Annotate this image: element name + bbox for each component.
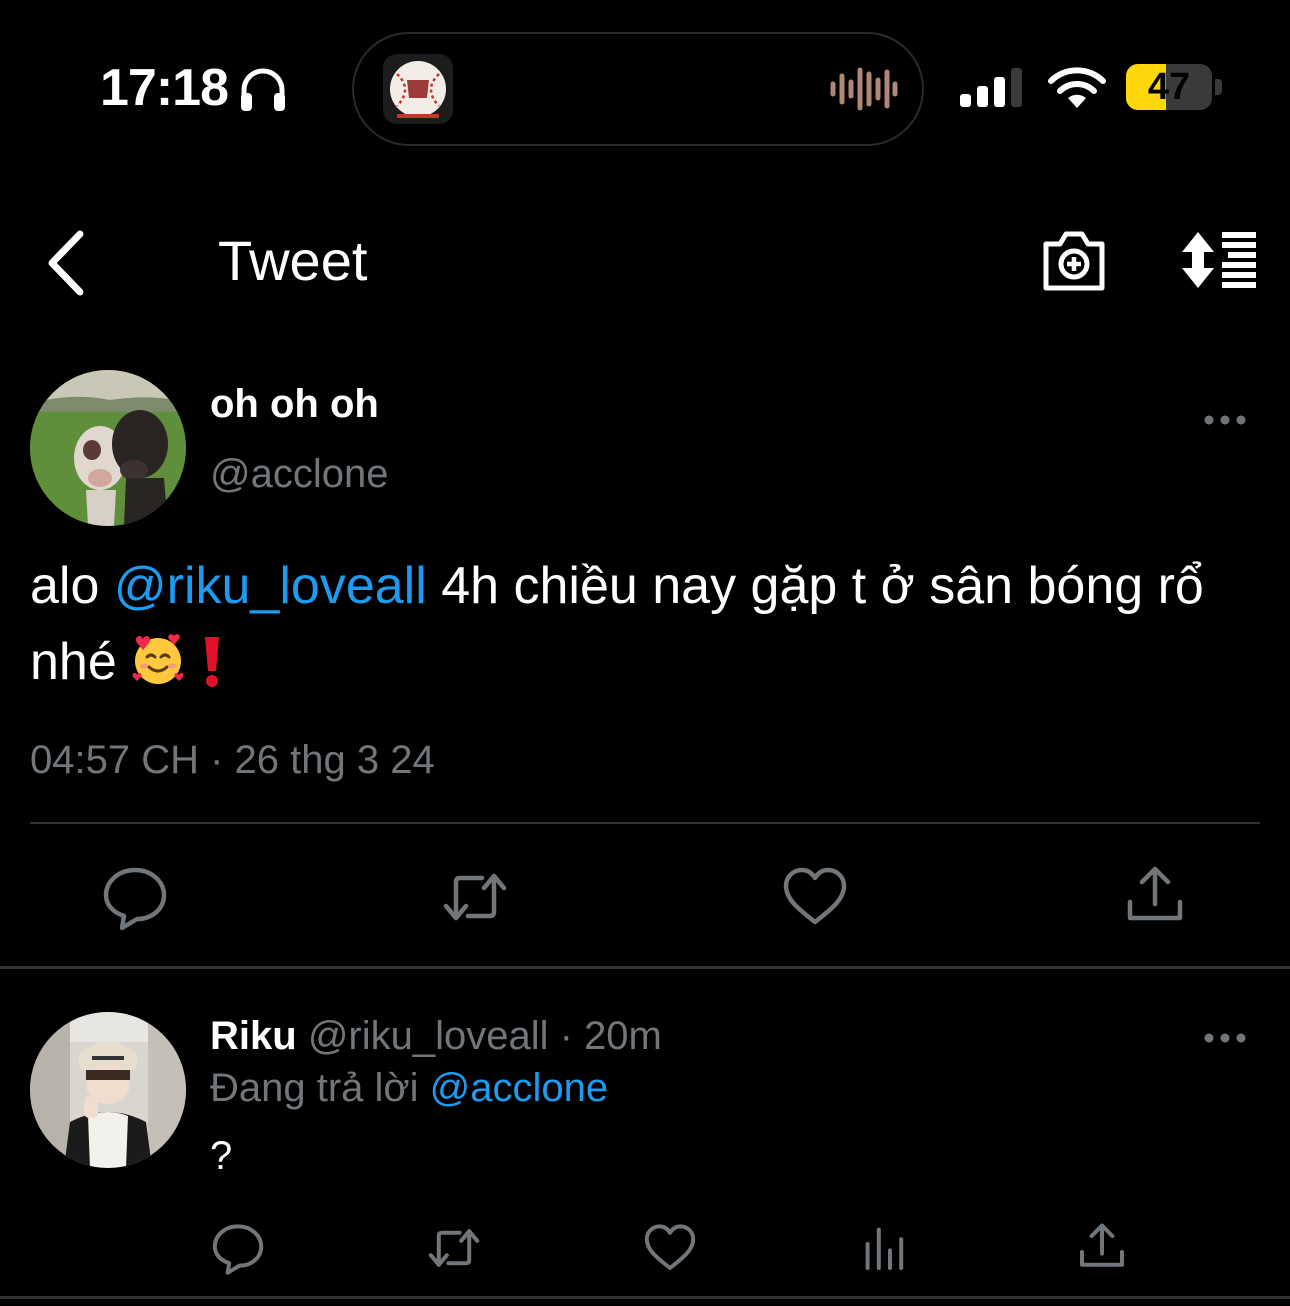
reply-header: Riku @riku_loveall · 20m (210, 1014, 662, 1059)
more-options-icon[interactable] (1200, 400, 1250, 440)
cellular-signal-icon (960, 68, 1022, 107)
reply-body: ? (210, 1134, 233, 1178)
tweet-body: alo @riku_loveall 4h chiều nay gặp t ở s… (30, 548, 1270, 700)
reply-icon[interactable] (210, 1220, 266, 1276)
reply-separator: · (548, 1014, 585, 1058)
tweet-mention-link[interactable]: @riku_loveall (114, 557, 427, 615)
battery-indicator: 47 (1126, 64, 1224, 110)
replying-to: Đang trả lời @acclone (210, 1066, 608, 1111)
headphones-icon (241, 68, 285, 111)
reply-author-handle[interactable]: @riku_loveall (308, 1014, 549, 1058)
wifi-icon (1048, 67, 1106, 108)
views-icon[interactable] (858, 1220, 914, 1276)
page-title: Tweet (218, 229, 368, 292)
divider (0, 1296, 1290, 1299)
tweet-timestamp[interactable]: 04:57 CH · 26 thg 3 24 (30, 738, 435, 783)
divider (30, 822, 1260, 824)
avatar-photo-person (30, 1012, 186, 1168)
more-options-icon[interactable] (1200, 1018, 1250, 1058)
replying-to-handle[interactable]: @acclone (430, 1066, 608, 1110)
reply-time[interactable]: 20m (584, 1014, 662, 1058)
reply-author-avatar[interactable] (30, 1012, 186, 1168)
back-chevron-icon[interactable] (40, 226, 96, 300)
like-icon[interactable] (780, 862, 850, 932)
share-icon[interactable] (1120, 862, 1190, 932)
divider (0, 966, 1290, 969)
avatar-photo-calves (30, 370, 186, 526)
retweet-icon[interactable] (426, 1220, 482, 1276)
battery-percentage: 47 (1147, 66, 1191, 108)
share-icon[interactable] (1074, 1220, 1130, 1276)
like-icon[interactable] (642, 1220, 698, 1276)
baseball-icon (390, 61, 446, 118)
author-handle[interactable]: @acclone (210, 452, 388, 497)
status-time: 17:18 (100, 59, 229, 117)
replying-to-label: Đang trả lời (210, 1066, 430, 1110)
reply-icon[interactable] (100, 862, 170, 932)
red-exclamation-icon (204, 637, 219, 687)
reply-author-name[interactable]: Riku (210, 1014, 297, 1058)
audio-waveform-icon (830, 67, 898, 111)
camera-plus-icon[interactable] (1040, 226, 1108, 294)
retweet-icon[interactable] (440, 862, 510, 932)
sort-icon[interactable] (1178, 230, 1258, 290)
tweet-text-start: alo (30, 557, 114, 615)
smiling-face-with-hearts-icon (132, 634, 184, 684)
author-avatar[interactable] (30, 370, 186, 526)
now-playing-artwork[interactable] (383, 54, 453, 124)
author-name[interactable]: oh oh oh (210, 382, 379, 427)
